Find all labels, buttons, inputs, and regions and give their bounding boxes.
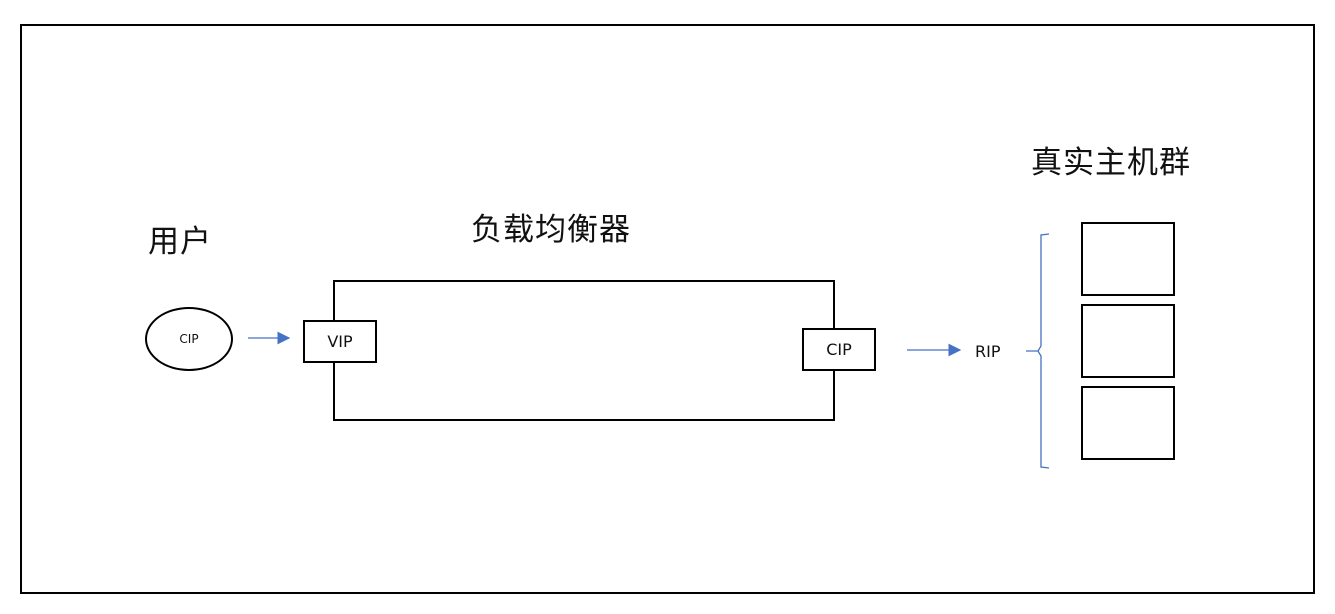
user-title: 用户 <box>148 224 212 260</box>
real-server-box <box>1081 386 1175 460</box>
server-group-bracket <box>1026 233 1050 469</box>
real-server-box <box>1081 304 1175 378</box>
vip-port: VIP <box>303 320 377 363</box>
real-servers-title: 真实主机群 <box>1031 145 1191 181</box>
cip-egress-port: CIP <box>802 328 876 371</box>
user-node: CIP <box>145 307 233 371</box>
rip-label: RIP <box>975 342 1001 361</box>
load-balancer-title: 负载均衡器 <box>471 212 631 248</box>
cip-egress-label: CIP <box>826 340 852 359</box>
user-node-label: CIP <box>179 332 199 346</box>
load-balancer-box <box>333 280 835 421</box>
vip-label: VIP <box>327 332 353 351</box>
real-server-box <box>1081 222 1175 296</box>
